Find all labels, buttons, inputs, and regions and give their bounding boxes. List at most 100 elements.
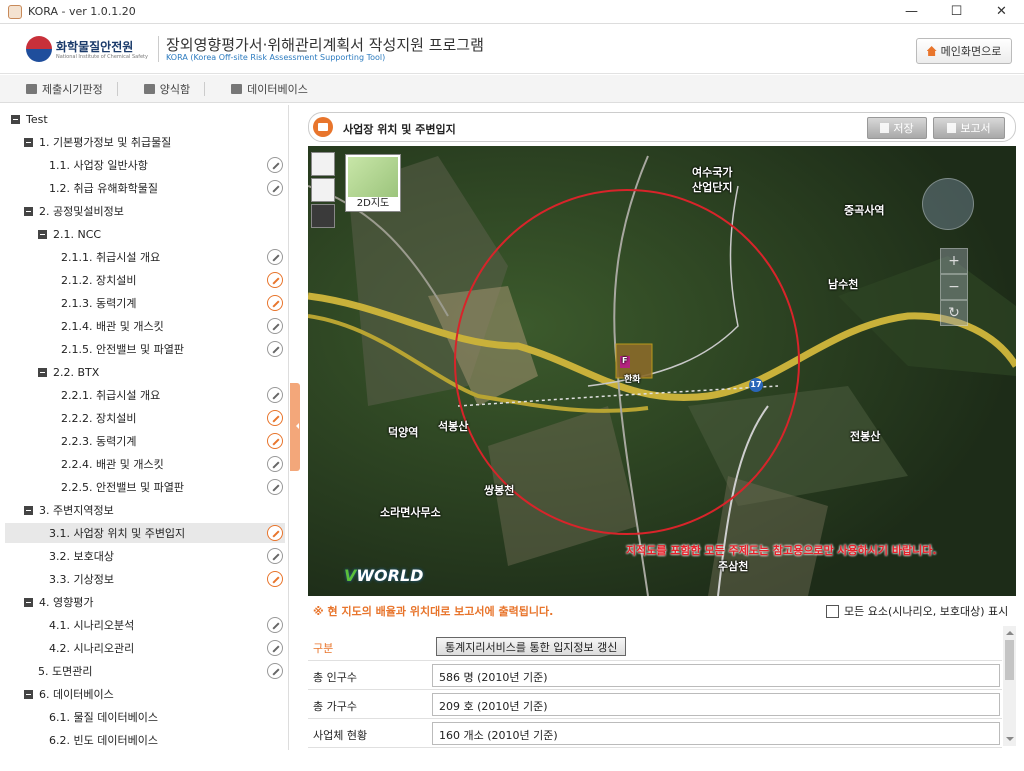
database-button[interactable]: 데이터베이스 bbox=[231, 81, 308, 97]
collapse-icon[interactable] bbox=[11, 114, 20, 124]
tree-item-label: 4.2. 시나리오관리 bbox=[49, 642, 135, 655]
show-all-checkbox[interactable]: 모든 요소(시나리오, 보호대상) 표시 bbox=[826, 603, 1008, 619]
scroll-up-arrow[interactable] bbox=[1006, 627, 1014, 635]
tree-item[interactable]: 2.1. NCC bbox=[5, 224, 101, 244]
reset-view-button[interactable]: ↻ bbox=[940, 300, 968, 326]
tree-item[interactable]: 2.2.5. 안전밸브 및 파열판 bbox=[5, 477, 184, 497]
tree-item-label: 2.2.1. 취급시설 개요 bbox=[61, 389, 161, 402]
edit-icon[interactable] bbox=[267, 456, 283, 472]
collapse-icon[interactable] bbox=[24, 206, 33, 216]
edit-icon[interactable] bbox=[267, 318, 283, 334]
zoom-in-button[interactable]: + bbox=[940, 248, 968, 274]
collapse-icon[interactable] bbox=[38, 367, 47, 377]
tree-item[interactable]: 2.1.2. 장치설비 bbox=[5, 270, 136, 290]
tree-item-label: 2.1. NCC bbox=[53, 227, 102, 241]
submission-timing-button[interactable]: 제출시기판정 bbox=[26, 81, 103, 97]
save-icon bbox=[880, 123, 890, 133]
edit-icon[interactable] bbox=[267, 479, 283, 495]
edit-icon[interactable] bbox=[267, 548, 283, 564]
database-label: 데이터베이스 bbox=[247, 82, 308, 96]
edit-icon[interactable] bbox=[267, 387, 283, 403]
tree-item[interactable]: 5. 도면관리 bbox=[5, 661, 92, 681]
pointer-tool[interactable] bbox=[311, 152, 335, 176]
tree-item[interactable]: 2.2.3. 동력기계 bbox=[5, 431, 136, 451]
pen-tool[interactable] bbox=[311, 178, 335, 202]
minimize-button[interactable]: — bbox=[889, 0, 934, 24]
edit-icon[interactable] bbox=[267, 180, 283, 196]
edit-icon[interactable] bbox=[267, 571, 283, 587]
window-controls: — ☐ ✕ bbox=[889, 0, 1024, 24]
table-row: 총 인구수 586 명 (2010년 기준) bbox=[308, 661, 1002, 690]
zoom-tool[interactable] bbox=[311, 204, 335, 228]
satellite-map[interactable]: 한화 F 17 여수국가 산업단지 중곡사역 남수천 전봉산 덕양역 석봉산 쌍… bbox=[308, 146, 1016, 596]
collapse-icon[interactable] bbox=[38, 229, 47, 239]
site-marker[interactable]: F bbox=[622, 356, 627, 365]
edit-icon[interactable] bbox=[267, 433, 283, 449]
edit-icon[interactable] bbox=[267, 295, 283, 311]
map-type-toggle[interactable]: 2D지도 bbox=[345, 154, 401, 212]
collapse-icon[interactable] bbox=[24, 505, 33, 515]
collapse-icon[interactable] bbox=[24, 689, 33, 699]
tree-item[interactable]: 3. 주변지역정보 bbox=[5, 500, 114, 520]
tree-item[interactable]: 3.2. 보호대상 bbox=[5, 546, 114, 566]
edit-icon[interactable] bbox=[267, 157, 283, 173]
tree-item[interactable]: 4. 영향평가 bbox=[5, 592, 93, 612]
app-icon bbox=[8, 4, 22, 19]
tree-item[interactable]: 3.1. 사업장 위치 및 주변입지 bbox=[5, 523, 285, 543]
tree-item-label: 2.1.4. 배관 및 개스킷 bbox=[61, 320, 164, 333]
save-button[interactable]: 저장 bbox=[867, 117, 927, 139]
scroll-thumb[interactable] bbox=[1005, 640, 1014, 680]
table-scrollbar[interactable] bbox=[1003, 626, 1016, 746]
tree-item[interactable]: 2.1.1. 취급시설 개요 bbox=[5, 247, 160, 267]
zoom-out-button[interactable]: − bbox=[940, 274, 968, 300]
edit-icon[interactable] bbox=[267, 249, 283, 265]
tree-item[interactable]: 2.2. BTX bbox=[5, 362, 99, 382]
edit-icon[interactable] bbox=[267, 617, 283, 633]
form-box-button[interactable]: 양식함 bbox=[143, 81, 190, 97]
edit-icon[interactable] bbox=[267, 640, 283, 656]
edit-icon[interactable] bbox=[267, 410, 283, 426]
edit-icon[interactable] bbox=[267, 525, 283, 541]
tree-item[interactable]: 2.2.2. 장치설비 bbox=[5, 408, 136, 428]
tree-item-label: 2.1.2. 장치설비 bbox=[61, 274, 137, 287]
tree-item[interactable]: 6. 데이터베이스 bbox=[5, 684, 114, 704]
toolbar-divider bbox=[116, 81, 118, 96]
households-value[interactable]: 209 호 (2010년 기준) bbox=[432, 693, 1000, 716]
panel-title: 사업장 위치 및 주변입지 bbox=[343, 123, 456, 136]
close-button[interactable]: ✕ bbox=[979, 0, 1024, 24]
tree-item[interactable]: 2.2.1. 취급시설 개요 bbox=[5, 385, 160, 405]
tree-item-label: 6. 데이터베이스 bbox=[39, 688, 114, 701]
category-header: 구분 bbox=[313, 642, 334, 655]
maximize-button[interactable]: ☐ bbox=[934, 0, 979, 24]
scroll-down-arrow[interactable] bbox=[1006, 737, 1014, 745]
tree-item[interactable]: 1. 기본평가정보 및 취급물질 bbox=[5, 132, 171, 152]
collapse-icon[interactable] bbox=[24, 597, 33, 607]
tree-item[interactable]: 6.2. 빈도 데이터베이스 bbox=[5, 730, 158, 750]
map-label-ssangbong: 쌍봉천 bbox=[484, 484, 515, 497]
report-button[interactable]: 보고서 bbox=[933, 117, 1005, 139]
tree-item[interactable]: 6.1. 물질 데이터베이스 bbox=[5, 707, 158, 727]
update-location-button[interactable]: 통계지리서비스를 통한 입지정보 갱신 bbox=[436, 637, 627, 656]
compass-control[interactable] bbox=[922, 178, 974, 230]
checkbox-box[interactable] bbox=[826, 604, 839, 618]
tree-item[interactable]: 2.1.5. 안전밸브 및 파열판 bbox=[5, 339, 184, 359]
tree-item[interactable]: 2. 공정및설비정보 bbox=[5, 201, 124, 221]
edit-icon[interactable] bbox=[267, 341, 283, 357]
edit-icon[interactable] bbox=[267, 272, 283, 288]
tree-item[interactable]: 4.2. 시나리오관리 bbox=[5, 638, 134, 658]
businesses-value[interactable]: 160 개소 (2010년 기준) bbox=[432, 722, 1000, 745]
population-value[interactable]: 586 명 (2010년 기준) bbox=[432, 664, 1000, 687]
tree-item[interactable]: 1.1. 사업장 일반사항 bbox=[5, 155, 148, 175]
tree-item[interactable]: 2.1.4. 배관 및 개스킷 bbox=[5, 316, 164, 336]
tree-item[interactable]: Test bbox=[5, 109, 48, 129]
edit-icon[interactable] bbox=[267, 663, 283, 679]
tree-item[interactable]: 4.1. 시나리오분석 bbox=[5, 615, 134, 635]
collapse-icon[interactable] bbox=[24, 137, 33, 147]
tree-item[interactable]: 2.2.4. 배관 및 개스킷 bbox=[5, 454, 164, 474]
population-label: 총 인구수 bbox=[313, 671, 357, 684]
tree-item[interactable]: 3.3. 기상정보 bbox=[5, 569, 114, 589]
main-screen-button[interactable]: 메인화면으로 bbox=[916, 38, 1012, 64]
tree-item[interactable]: 2.1.3. 동력기계 bbox=[5, 293, 136, 313]
collapse-sidebar-handle[interactable] bbox=[290, 383, 300, 471]
tree-item[interactable]: 1.2. 취급 유해화학물질 bbox=[5, 178, 158, 198]
